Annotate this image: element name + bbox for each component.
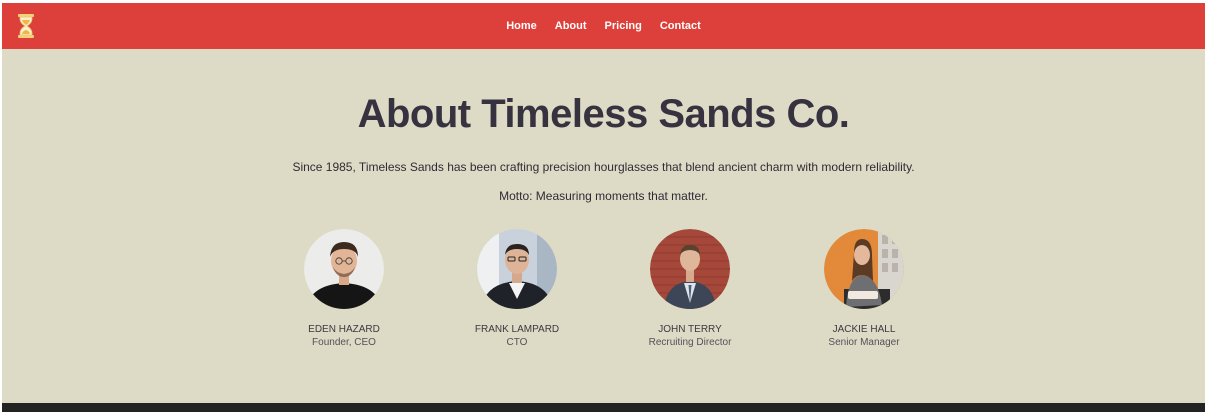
navbar: Home About Pricing Contact — [2, 3, 1205, 49]
company-motto: Motto: Measuring moments that matter. — [499, 189, 708, 203]
about-section: About Timeless Sands Co. Since 1985, Tim… — [2, 49, 1205, 403]
member-name: FRANK LAMPARD — [474, 324, 560, 335]
nav-link-pricing[interactable]: Pricing — [596, 16, 651, 36]
member-name: JACKIE HALL — [832, 324, 896, 335]
team-member: JACKIE HALL Senior Manager — [794, 229, 934, 349]
avatar-photo — [824, 229, 904, 309]
member-role: Founder, CEO — [312, 337, 376, 348]
team-member: FRANK LAMPARD CTO — [447, 229, 587, 349]
member-name: JOHN TERRY — [658, 324, 722, 335]
team-member: JOHN TERRY Recruiting Director — [620, 229, 760, 349]
avatar-photo — [477, 229, 557, 309]
nav-link-about[interactable]: About — [546, 16, 596, 36]
page: Home About Pricing Contact About Timeles… — [0, 0, 1207, 412]
company-description: Since 1985, Timeless Sands has been craf… — [292, 160, 915, 174]
avatar-photo — [650, 229, 730, 309]
avatar-photo — [304, 229, 384, 309]
nav-link-home[interactable]: Home — [497, 16, 546, 36]
footer — [2, 403, 1205, 412]
team-list: EDEN HAZARD Founder, CEO FRANK LAMPARD C… — [2, 229, 1205, 359]
nav-link-contact[interactable]: Contact — [651, 16, 710, 36]
nav-links: Home About Pricing Contact — [2, 3, 1205, 49]
member-role: CTO — [506, 337, 528, 348]
member-name: EDEN HAZARD — [308, 324, 380, 335]
team-member: EDEN HAZARD Founder, CEO — [274, 229, 414, 349]
member-role: Recruiting Director — [648, 337, 732, 348]
page-title: About Timeless Sands Co. — [357, 92, 850, 136]
member-role: Senior Manager — [828, 337, 900, 348]
